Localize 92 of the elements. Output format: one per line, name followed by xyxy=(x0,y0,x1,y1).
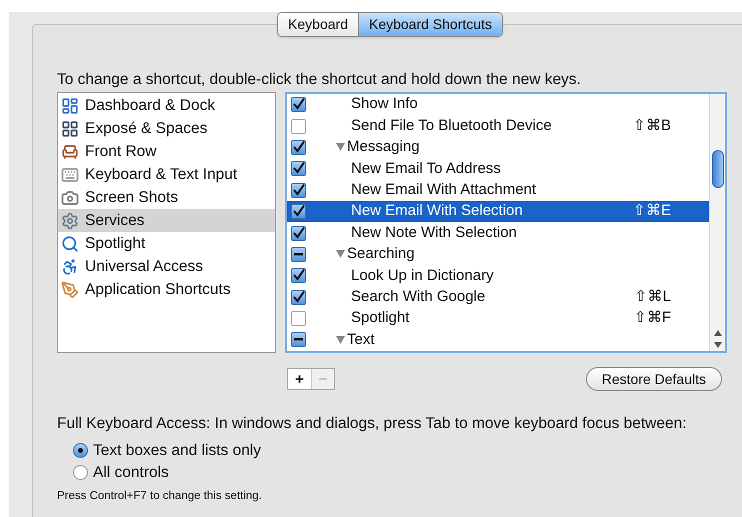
category-item[interactable]: Universal Access xyxy=(58,255,275,278)
category-label: Screen Shots xyxy=(85,188,178,208)
shortcut-row[interactable]: Send File To Bluetooth Device ⇧⌘B xyxy=(287,115,709,137)
shortcut-row[interactable]: Messaging xyxy=(287,136,709,158)
checkbox[interactable] xyxy=(291,204,306,220)
shortcut-keys: ⇧⌘L xyxy=(634,286,671,308)
armchair-icon xyxy=(61,142,79,160)
check-mark-icon xyxy=(292,184,305,197)
service-label: New Email With Selection xyxy=(351,201,523,222)
service-label: Spotlight xyxy=(351,308,410,328)
shortcut-row[interactable]: Search With Google ⇧⌘L xyxy=(287,286,709,308)
dash-icon xyxy=(294,252,303,256)
checkbox[interactable] xyxy=(291,182,306,198)
dashboard-icon xyxy=(61,96,79,114)
service-label: New Email To Address xyxy=(351,158,501,179)
checkbox[interactable] xyxy=(291,140,306,155)
shortcut-row[interactable]: New Note With Selection xyxy=(287,222,709,244)
category-label: Exposé & Spaces xyxy=(85,118,208,139)
shortcut-keys: ⇧⌘F xyxy=(634,307,671,330)
camera-icon xyxy=(61,188,79,206)
hint-text: Press Control+F7 to change this setting. xyxy=(57,489,263,504)
shortcut-keys: ⇧⌘E xyxy=(632,200,671,223)
dash-icon xyxy=(294,338,303,342)
check-mark-icon xyxy=(292,98,305,112)
service-label: New Email With Attachment xyxy=(351,180,536,200)
check-mark-icon xyxy=(292,205,305,218)
disclosure-triangle-icon[interactable] xyxy=(336,143,345,152)
shortcut-keys: ⇧⌘B xyxy=(632,114,671,138)
check-mark-icon xyxy=(292,290,305,304)
accessibility-icon xyxy=(61,258,79,276)
window-grid-icon xyxy=(61,120,79,138)
checkbox[interactable] xyxy=(291,268,306,284)
scrollbar[interactable] xyxy=(709,94,725,351)
category-item[interactable]: Application Shortcuts xyxy=(58,278,275,301)
category-label: Spotlight xyxy=(85,234,146,254)
search-icon xyxy=(61,234,79,252)
service-label: New Note With Selection xyxy=(351,222,517,243)
checkbox[interactable] xyxy=(291,118,306,134)
category-item[interactable]: Keyboard & Text Input xyxy=(58,163,275,186)
pen-tool-icon xyxy=(61,280,79,298)
group-label: Messaging xyxy=(347,137,420,158)
check-mark-icon xyxy=(292,226,305,240)
check-mark-icon xyxy=(292,140,305,154)
disclosure-triangle-icon[interactable] xyxy=(336,250,345,258)
checkbox[interactable] xyxy=(291,226,306,241)
shortcut-row[interactable]: Spotlight ⇧⌘F xyxy=(287,308,709,330)
group-label: Searching xyxy=(347,244,415,264)
category-item[interactable]: Front Row xyxy=(58,140,275,163)
scroll-up-icon[interactable] xyxy=(714,330,722,336)
checkbox[interactable] xyxy=(291,97,306,112)
radio-label: All controls xyxy=(93,462,169,483)
category-item[interactable]: Screen Shots xyxy=(58,186,275,209)
service-label: Show Info xyxy=(351,94,418,114)
group-label: Text xyxy=(347,330,375,350)
check-mark-icon xyxy=(292,162,305,176)
tab[interactable]: Keyboard xyxy=(278,13,358,36)
category-item[interactable]: Dashboard & Dock xyxy=(58,94,275,117)
checkbox[interactable] xyxy=(291,161,306,176)
keyboard-icon xyxy=(61,166,79,184)
full-keyboard-access-label: Full Keyboard Access: In windows and dialogs, press Tab to move keyboard focus between: xyxy=(57,414,688,434)
category-label: Keyboard & Text Input xyxy=(85,164,238,185)
check-mark-icon xyxy=(292,269,305,282)
service-label: Look Up in Dictionary xyxy=(351,266,494,286)
gear-icon xyxy=(61,212,79,230)
shortcut-row[interactable]: New Email With Attachment xyxy=(287,180,709,201)
scroll-thumb[interactable] xyxy=(712,150,724,188)
shortcut-row[interactable]: New Email To Address xyxy=(287,158,709,180)
radio-label: Text boxes and lists only xyxy=(93,440,262,461)
checkbox[interactable] xyxy=(291,332,306,348)
restore-defaults-button[interactable]: Restore Defaults xyxy=(586,367,722,391)
category-label: Universal Access xyxy=(85,256,204,277)
category-item[interactable]: Services xyxy=(58,209,275,232)
service-label: Send File To Bluetooth Device xyxy=(351,116,552,136)
checkbox[interactable] xyxy=(291,311,306,326)
checkbox[interactable] xyxy=(291,290,306,305)
shortcut-row[interactable]: Show Info xyxy=(287,94,709,116)
instruction-text: To change a shortcut, double-click the shortcut and hold down the new keys. xyxy=(57,70,582,88)
category-label: Application Shortcuts xyxy=(85,280,231,300)
category-item[interactable]: Exposé & Spaces xyxy=(58,117,275,140)
category-label: Front Row xyxy=(85,142,156,162)
checkbox[interactable] xyxy=(291,246,306,262)
shortcut-row[interactable]: Text xyxy=(287,329,709,351)
disclosure-triangle-icon[interactable] xyxy=(336,336,345,344)
service-label: Search With Google xyxy=(351,286,486,307)
tab[interactable]: Keyboard Shortcuts xyxy=(358,13,502,36)
shortcut-row[interactable]: Searching xyxy=(287,244,709,266)
category-label: Services xyxy=(85,210,144,231)
scroll-down-icon[interactable] xyxy=(714,342,722,348)
category-item[interactable]: Spotlight xyxy=(58,232,275,255)
shortcut-row[interactable]: New Email With Selection ⇧⌘E xyxy=(287,200,709,222)
category-label: Dashboard & Dock xyxy=(85,96,216,116)
shortcut-row[interactable]: Look Up in Dictionary xyxy=(287,265,709,287)
